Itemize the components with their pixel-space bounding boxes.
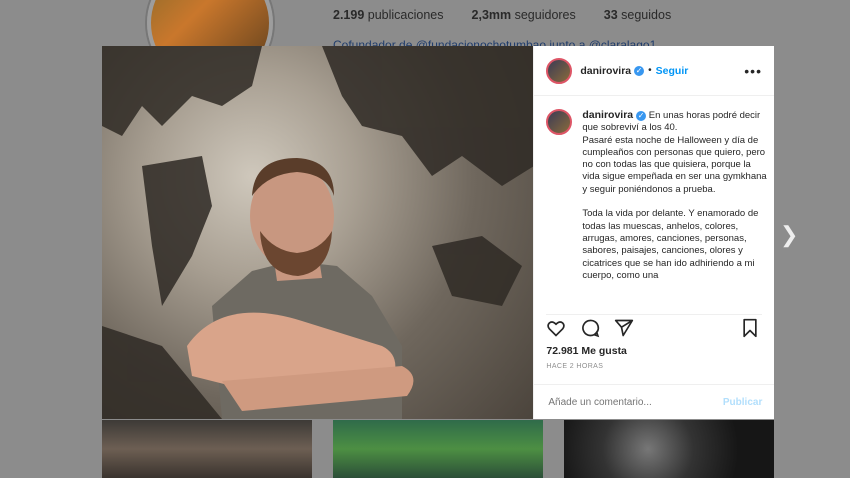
- verified-badge-icon: ✓: [636, 111, 647, 121]
- caption-body: En unas horas podré decir que sobreviví …: [582, 110, 767, 281]
- separator-dot: •: [648, 65, 652, 76]
- post-photo-illustration: [102, 46, 534, 419]
- stat-following[interactable]: 33 seguidos: [604, 8, 671, 22]
- post-photo[interactable]: [102, 46, 534, 419]
- profile-stats: 2.199 publicaciones 2,3mm seguidores 33 …: [333, 8, 671, 22]
- comment-bar: Publicar: [534, 384, 775, 419]
- grid-thumbnail[interactable]: [564, 420, 774, 478]
- publish-button[interactable]: Publicar: [723, 397, 762, 408]
- caption-text-block: danirovira ✓ En unas horas podré decir qu…: [582, 109, 768, 314]
- grid-thumbnail[interactable]: [333, 420, 543, 478]
- stat-posts: 2.199 publicaciones: [333, 8, 444, 22]
- post-actions: [546, 314, 763, 343]
- more-dots-icon[interactable]: •••: [744, 63, 762, 79]
- post-side-panel: danirovira ✓ • Seguir ••• danirovira ✓ En…: [533, 46, 775, 419]
- next-post-arrow-icon[interactable]: ❯: [780, 222, 798, 248]
- grid-thumbnail[interactable]: [102, 420, 312, 478]
- follow-button[interactable]: Seguir: [656, 65, 689, 77]
- post-timestamp[interactable]: HACE 2 HORAS: [546, 363, 603, 370]
- post-caption: danirovira ✓ En unas horas podré decir qu…: [546, 109, 768, 314]
- verified-badge-icon: ✓: [634, 65, 645, 76]
- post-author-avatar[interactable]: [546, 57, 573, 84]
- post-author-username[interactable]: danirovira: [580, 65, 631, 77]
- like-heart-icon[interactable]: [546, 318, 568, 340]
- post-modal: danirovira ✓ • Seguir ••• danirovira ✓ En…: [102, 46, 775, 419]
- bookmark-icon[interactable]: [740, 318, 762, 340]
- share-paper-plane-icon[interactable]: [614, 318, 636, 340]
- caption-author-avatar[interactable]: [546, 109, 573, 135]
- caption-username[interactable]: danirovira: [582, 109, 633, 121]
- comment-bubble-icon[interactable]: [580, 318, 602, 340]
- comment-input[interactable]: [546, 395, 723, 409]
- post-header: danirovira ✓ • Seguir •••: [534, 46, 774, 96]
- stat-followers[interactable]: 2,3mm seguidores: [472, 8, 576, 22]
- likes-count[interactable]: 72.981 Me gusta: [546, 345, 627, 357]
